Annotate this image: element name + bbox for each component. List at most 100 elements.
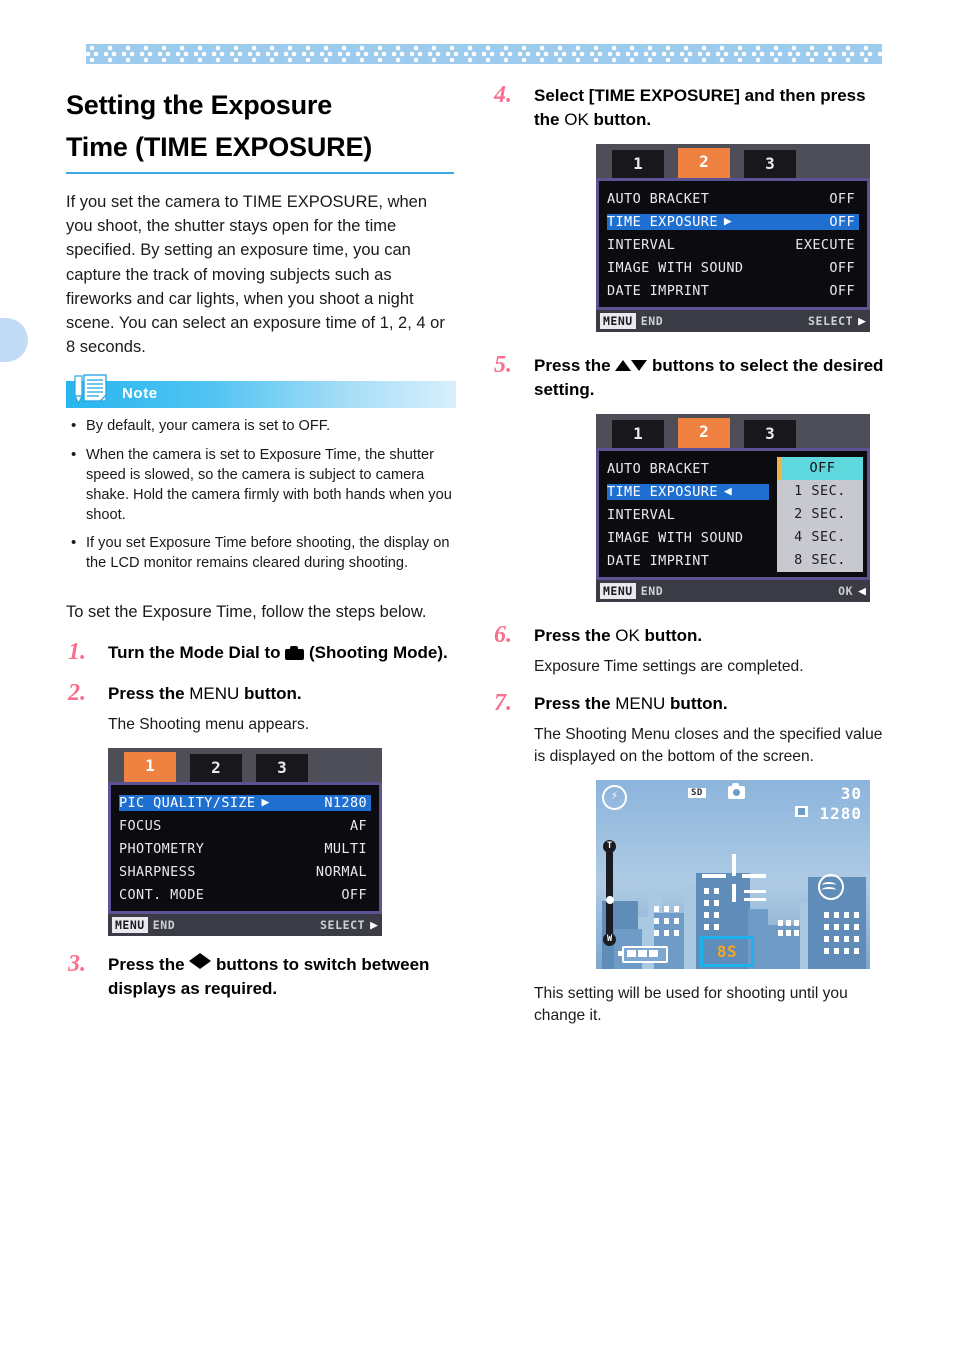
play-right-icon: ▶ bbox=[370, 917, 378, 933]
resolution-value: 1280 bbox=[819, 804, 862, 823]
lcd-row[interactable]: PIC QUALITY/SIZE ▶ N1280 bbox=[113, 791, 377, 814]
lcd-tab-3[interactable]: 3 bbox=[744, 150, 796, 178]
lcd-row[interactable]: PHOTOMETRY MULTI bbox=[113, 837, 377, 860]
option-item[interactable]: OFF bbox=[777, 457, 863, 480]
lcd-tab-2[interactable]: 2 bbox=[190, 754, 242, 782]
option-item[interactable]: 8 SEC. bbox=[777, 549, 863, 572]
step-heading-a: Press the bbox=[534, 626, 616, 645]
zoom-tele-label: T bbox=[603, 840, 616, 853]
lcd-row[interactable]: DATE IMPRINT OFF bbox=[601, 279, 865, 302]
lcd-footer-right: OK ◀ bbox=[838, 584, 866, 599]
exposure-time-value: 8S bbox=[716, 942, 738, 961]
step-number: 2. bbox=[68, 680, 86, 706]
decorative-header-band bbox=[86, 44, 882, 64]
left-column: Setting the Exposure Time (TIME EXPOSURE… bbox=[66, 84, 458, 1001]
lcd-row[interactable]: IMAGE WITH SOUND OFF bbox=[601, 256, 865, 279]
lcd-tab-3[interactable]: 3 bbox=[256, 754, 308, 782]
option-item[interactable]: 2 SEC. bbox=[777, 503, 863, 526]
lcd-tab-1[interactable]: 1 bbox=[612, 420, 664, 448]
lcd-row-value: EXECUTE bbox=[795, 236, 855, 253]
up-arrow-icon bbox=[615, 360, 632, 371]
note-box: Note By default, your camera is set to O… bbox=[66, 374, 456, 574]
lcd-row[interactable]: FOCUS AF bbox=[113, 814, 377, 837]
lcd-rows: PIC QUALITY/SIZE ▶ N1280 FOCUS AF PHOTOME… bbox=[113, 789, 377, 908]
lcd-row-label: DATE IMPRINT bbox=[607, 282, 710, 299]
step-heading: Press the OK button. bbox=[534, 624, 892, 648]
lcd-footer-left-text: END bbox=[152, 918, 176, 932]
time-exposure-option-list: OFF 1 SEC. 2 SEC. 4 SEC. 8 SEC. bbox=[777, 457, 863, 572]
camera-icon bbox=[285, 646, 305, 660]
left-arrow-icon bbox=[189, 953, 201, 969]
lcd-row-label: PHOTOMETRY bbox=[119, 840, 205, 857]
note-item: By default, your camera is set to OFF. bbox=[66, 416, 456, 437]
step-heading-b: button. bbox=[639, 626, 703, 645]
lcd-tabs: 1 2 3 bbox=[596, 144, 870, 186]
menu-key-chip[interactable]: MENU bbox=[600, 313, 636, 329]
option-item[interactable]: 4 SEC. bbox=[777, 526, 863, 549]
note-item: When the camera is set to Exposure Time,… bbox=[66, 445, 456, 525]
crane-mast bbox=[732, 884, 736, 902]
flash-off-icon: ⚡ bbox=[602, 785, 627, 810]
page-title: Setting the Exposure Time (TIME EXPOSURE… bbox=[66, 84, 458, 168]
lcd-rows: AUTO BRACKET OFF TIME EXPOSURE ▶ OFF INTE… bbox=[601, 185, 865, 304]
step-heading-a: Press the bbox=[108, 955, 190, 974]
lcd-row-label-text: PIC QUALITY/SIZE bbox=[119, 794, 256, 811]
lcd-screen-time-exposure-options: 1 2 3 AUTO BRACKET x TIME EXPOSURE◀ x bbox=[596, 414, 870, 602]
step-heading-b: button. bbox=[665, 694, 728, 713]
menu-key-chip[interactable]: MENU bbox=[600, 583, 636, 599]
lcd-row[interactable]: TIME EXPOSURE ▶ OFF bbox=[601, 210, 865, 233]
lcd-row-label: IMAGE WITH SOUND bbox=[607, 259, 744, 276]
right-column: 4. Select [TIME EXPOSURE] and then press… bbox=[492, 82, 892, 1027]
step-heading: Press the buttons to select the desired … bbox=[534, 354, 892, 402]
menu-key-label: MENU bbox=[615, 694, 666, 713]
note-pencil-paper-icon bbox=[74, 374, 107, 405]
lcd-screen-live-view: ⚡ SD 30 1280 T W 8S bbox=[596, 780, 870, 969]
lcd-row-label: IMAGE WITH SOUND bbox=[607, 529, 744, 546]
step-description: Exposure Time settings are completed. bbox=[534, 658, 804, 675]
shots-remaining: 30 bbox=[840, 784, 862, 803]
step-heading-a: Press the bbox=[108, 684, 190, 703]
lcd-footer-right: SELECT ▶ bbox=[808, 314, 866, 329]
title-underline bbox=[66, 172, 454, 174]
lead-paragraph: To set the Exposure Time, follow the ste… bbox=[66, 603, 427, 621]
lcd-footer-left: MENU END bbox=[600, 583, 663, 599]
lcd-row[interactable]: SHARPNESS NORMAL bbox=[113, 860, 377, 883]
lcd-row-label: SHARPNESS bbox=[119, 863, 196, 880]
page-title-line1: Setting the Exposure bbox=[66, 90, 333, 120]
option-item[interactable]: 1 SEC. bbox=[777, 480, 863, 503]
sd-card-icon: SD bbox=[688, 788, 706, 798]
lcd-footer-left-text: END bbox=[640, 584, 664, 598]
note-title: Note bbox=[122, 385, 158, 403]
lcd-footer-left: MENU END bbox=[600, 313, 663, 329]
zoom-knob[interactable] bbox=[605, 896, 614, 904]
lcd-body: PIC QUALITY/SIZE ▶ N1280 FOCUS AF PHOTOME… bbox=[108, 782, 382, 914]
lcd-row[interactable]: CONT. MODE OFF bbox=[113, 883, 377, 906]
note-item: If you set Exposure Time before shooting… bbox=[66, 533, 456, 574]
crane-arm bbox=[744, 898, 766, 901]
step-description: The Shooting Menu closes and the specifi… bbox=[534, 726, 883, 765]
lcd-footer-right-text: OK bbox=[838, 584, 854, 598]
lcd-row[interactable]: INTERVAL EXECUTE bbox=[601, 233, 865, 256]
menu-key-chip[interactable]: MENU bbox=[112, 917, 148, 933]
lcd-row[interactable]: AUTO BRACKET OFF bbox=[601, 187, 865, 210]
exposure-time-badge: 8S bbox=[700, 936, 754, 967]
step-heading-b: (Shooting Mode). bbox=[304, 643, 448, 662]
play-left-icon: ◀ bbox=[858, 583, 866, 599]
step-heading: Select [TIME EXPOSURE] and then press th… bbox=[534, 84, 892, 132]
lcd-tab-3[interactable]: 3 bbox=[744, 420, 796, 448]
lcd-tab-1[interactable]: 1 bbox=[612, 150, 664, 178]
manual-page: Setting the Exposure Time (TIME EXPOSURE… bbox=[0, 0, 954, 1351]
lcd-row-value: AF bbox=[349, 817, 367, 834]
lcd-body: AUTO BRACKET x TIME EXPOSURE◀ x INTERVAL… bbox=[596, 448, 870, 580]
step-7: 7. Press the MENU button. The Shooting M… bbox=[492, 690, 892, 1027]
zoom-slider[interactable]: T W bbox=[603, 840, 616, 946]
step-number: 4. bbox=[494, 82, 512, 108]
lcd-tabs: 1 2 3 bbox=[596, 414, 870, 456]
lcd-footer-left-text: END bbox=[640, 314, 664, 328]
step-heading-a: Press the bbox=[534, 356, 616, 375]
step-heading-a: Turn the Mode Dial to bbox=[108, 643, 286, 662]
lcd-row-value: MULTI bbox=[324, 840, 367, 857]
chevron-right-icon: ▶ bbox=[723, 214, 733, 229]
ok-key-label: OK bbox=[564, 110, 589, 129]
lcd-row-label: TIME EXPOSURE ◀ bbox=[607, 483, 769, 500]
